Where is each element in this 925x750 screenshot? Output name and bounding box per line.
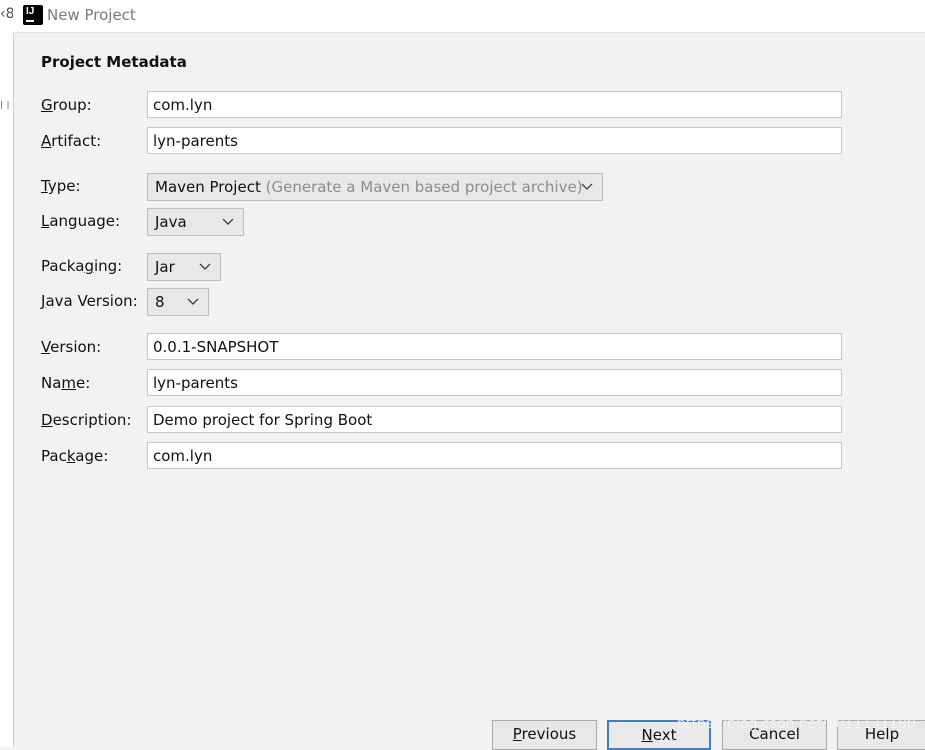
version-field[interactable]: 0.0.1-SNAPSHOT [147,333,842,360]
language-select-value: Java [155,213,187,231]
java-version-select-value: 8 [155,293,165,311]
description-label: Description: [41,411,132,429]
chevron-down-icon [581,183,593,190]
intellij-idea-icon: IJ [21,3,45,27]
packaging-select[interactable]: Jar [147,253,221,281]
language-select[interactable]: Java [147,208,244,236]
previous-button[interactable]: Previous [492,720,597,750]
version-label: Version: [41,338,102,356]
type-select-value: Maven Project [155,178,261,196]
type-select-hint: (Generate a Maven based project archive) [265,178,583,196]
name-label: Name: [41,374,91,392]
java-version-select[interactable]: 8 [147,288,209,316]
type-select[interactable]: Maven Project (Generate a Maven based pr… [147,173,603,201]
language-label: Language: [41,212,121,230]
chevron-down-icon [187,298,199,305]
group-label: Group: [41,96,92,114]
chevron-down-icon [222,218,234,225]
section-title: Project Metadata [41,53,187,71]
chevron-down-icon [199,263,211,270]
name-field[interactable]: lyn-parents [147,369,842,396]
background-window: ‹8 l l [0,0,14,747]
package-field[interactable]: com.lyn [147,442,842,469]
background-window-fragment: ‹8 [0,6,13,22]
title-bar: IJ New Project [13,0,925,33]
window-title: New Project [47,6,136,24]
type-label: Type: [41,177,81,195]
packaging-select-value: Jar [155,258,175,276]
watermark: https://blog.csdn.net/u011131180 [677,716,916,732]
artifact-field[interactable]: lyn-parents [147,127,842,154]
java-version-label: Java Version: [41,292,138,310]
description-field[interactable]: Demo project for Spring Boot [147,406,842,433]
packaging-label: Packaging: [41,257,123,275]
artifact-label: Artifact: [41,132,102,150]
package-label: Package: [41,447,109,465]
group-field[interactable]: com.lyn [147,91,842,118]
background-window-fragment: l l [0,99,10,112]
